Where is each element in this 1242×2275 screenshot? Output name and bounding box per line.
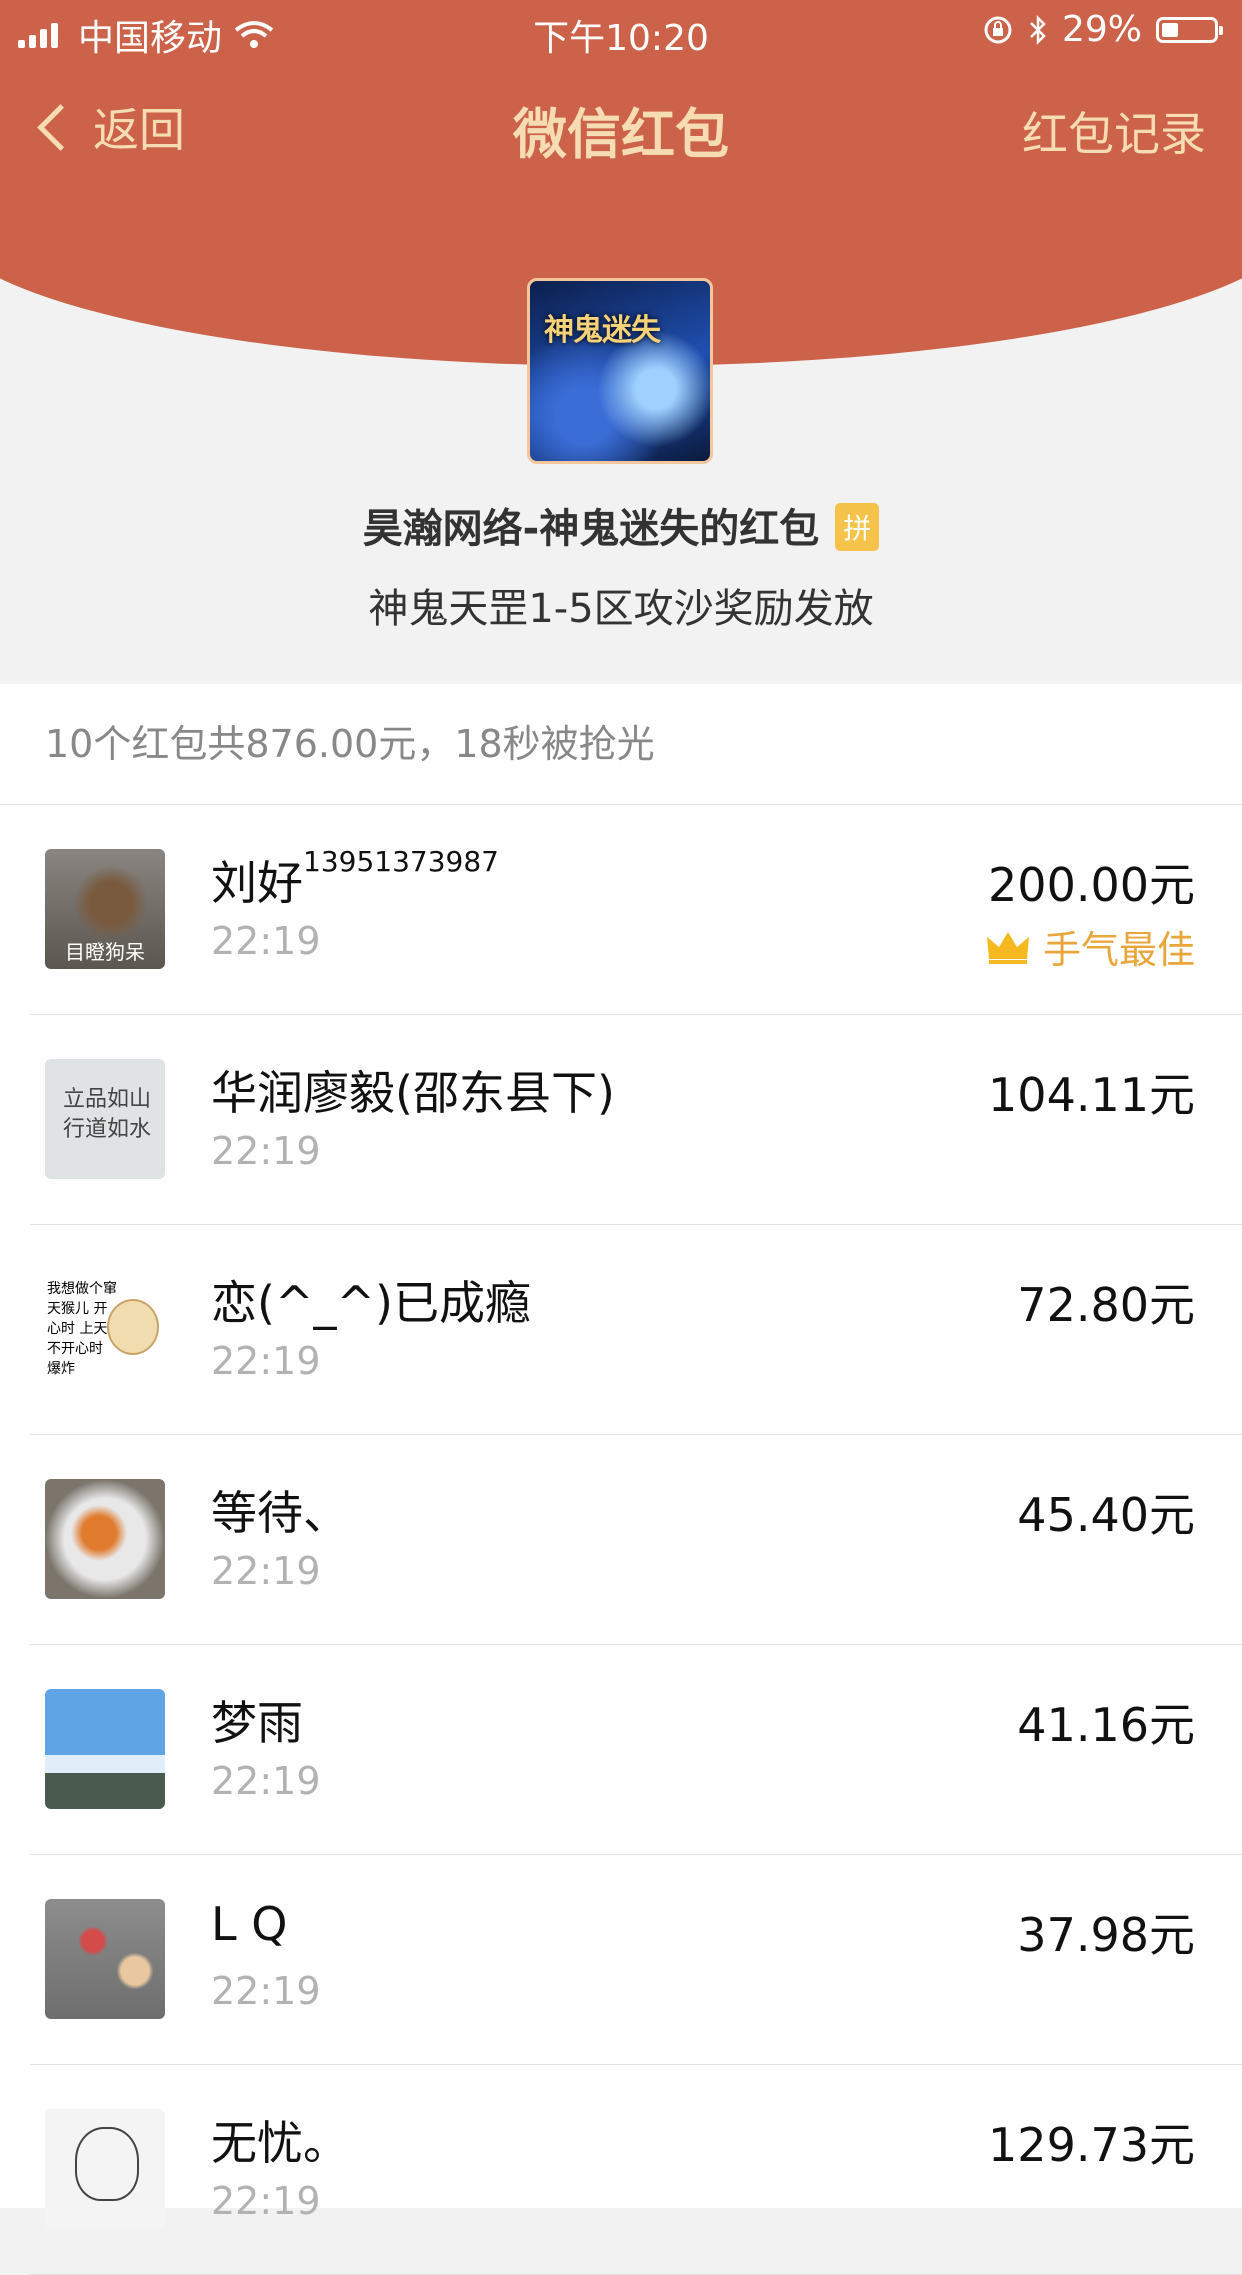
- best-luck-label: 手气最佳: [1042, 928, 1195, 972]
- receive-time: 22:19: [211, 1759, 321, 1803]
- receive-time: 22:19: [211, 2179, 321, 2223]
- blessing-text: 神鬼天罡1-5区攻沙奖励发放: [368, 586, 874, 632]
- amount: 37.98元: [1017, 1908, 1195, 1962]
- orientation-lock-icon: [984, 16, 1012, 43]
- receiver-name: 华润廖毅(邵东县下): [211, 1066, 615, 1120]
- summary-text: 10个红包共876.00元，18秒被抢光: [0, 684, 1242, 805]
- receiver-name: 恋(^_^)已成瘾: [211, 1276, 531, 1330]
- receive-time: 22:19: [211, 1339, 321, 1383]
- avatar: [45, 1479, 165, 1599]
- battery-icon: [1156, 16, 1223, 43]
- sender-title: 昊瀚网络-神鬼迷失的红包: [362, 506, 820, 552]
- avatar: 目瞪狗呆: [45, 849, 165, 969]
- receiver-name: 等待、: [211, 1486, 349, 1540]
- list-item[interactable]: 我想做个窜天猴儿 开心时 上天 不开心时 爆炸 恋(^_^)已成瘾 22:19 …: [0, 1225, 1242, 1435]
- amount: 45.40元: [1017, 1488, 1195, 1542]
- list-item[interactable]: 立品如山 行道如水 华润廖毅(邵东县下) 22:19 104.11元: [0, 1015, 1242, 1225]
- receiver-name: 刘好13951373987: [211, 845, 499, 910]
- sender-avatar[interactable]: 神鬼迷失: [527, 278, 713, 464]
- avatar: 我想做个窜天猴儿 开心时 上天 不开心时 爆炸: [45, 1269, 165, 1389]
- amount: 200.00元: [988, 858, 1195, 912]
- bluetooth-icon: [1030, 14, 1046, 45]
- amount: 129.73元: [988, 2118, 1195, 2172]
- avatar-caption: 立品如山 行道如水: [63, 1087, 152, 1142]
- list-item[interactable]: 梦雨 22:19 41.16元: [0, 1645, 1242, 1855]
- receive-time: 22:19: [211, 1969, 321, 2013]
- receiver-name: 梦雨: [211, 1696, 303, 1750]
- avatar-caption: 目瞪狗呆: [65, 940, 145, 964]
- avatar: [45, 1689, 165, 1809]
- avatar: [45, 2109, 165, 2229]
- receive-time: 22:19: [211, 919, 321, 963]
- receiver-name: L Q: [211, 1897, 288, 1951]
- amount: 104.11元: [988, 1068, 1195, 1122]
- status-bar: 中国移动 下午10:20 29%: [0, 0, 1242, 60]
- receive-time: 22:19: [211, 1129, 321, 1173]
- receiver-name-sup: 13951373987: [303, 845, 499, 878]
- sender-avatar-logo: 神鬼迷失: [544, 313, 661, 348]
- list-item[interactable]: 等待、 22:19 45.40元: [0, 1435, 1242, 1645]
- list-item[interactable]: 目瞪狗呆 刘好13951373987 22:19 200.00元 手气最佳: [0, 805, 1242, 1015]
- best-luck-tag: 手气最佳: [985, 919, 1195, 974]
- list-item[interactable]: L Q 22:19 37.98元: [0, 1855, 1242, 2065]
- amount: 72.80元: [1017, 1278, 1195, 1332]
- meme-face-icon: [107, 1299, 159, 1355]
- records-button[interactable]: 红包记录: [1022, 98, 1206, 164]
- receivers-list: 10个红包共876.00元，18秒被抢光 目瞪狗呆 刘好13951373987 …: [0, 684, 1242, 2275]
- list-item[interactable]: 无忧。 22:19 129.73元: [0, 2065, 1242, 2275]
- pin-badge: 拼: [835, 503, 880, 551]
- avatar: [45, 1899, 165, 2019]
- receiver-name: 无忧。: [211, 2116, 349, 2170]
- navigation-bar: 返回 微信红包 红包记录: [0, 72, 1242, 182]
- amount: 41.16元: [1017, 1698, 1195, 1752]
- receive-time: 22:19: [211, 1549, 321, 1593]
- sender-title-line: 昊瀚网络-神鬼迷失的红包拼: [0, 496, 1242, 555]
- crown-icon: [986, 931, 1029, 964]
- battery-percent: 29%: [1061, 9, 1142, 50]
- avatar: 立品如山 行道如水: [45, 1059, 165, 1179]
